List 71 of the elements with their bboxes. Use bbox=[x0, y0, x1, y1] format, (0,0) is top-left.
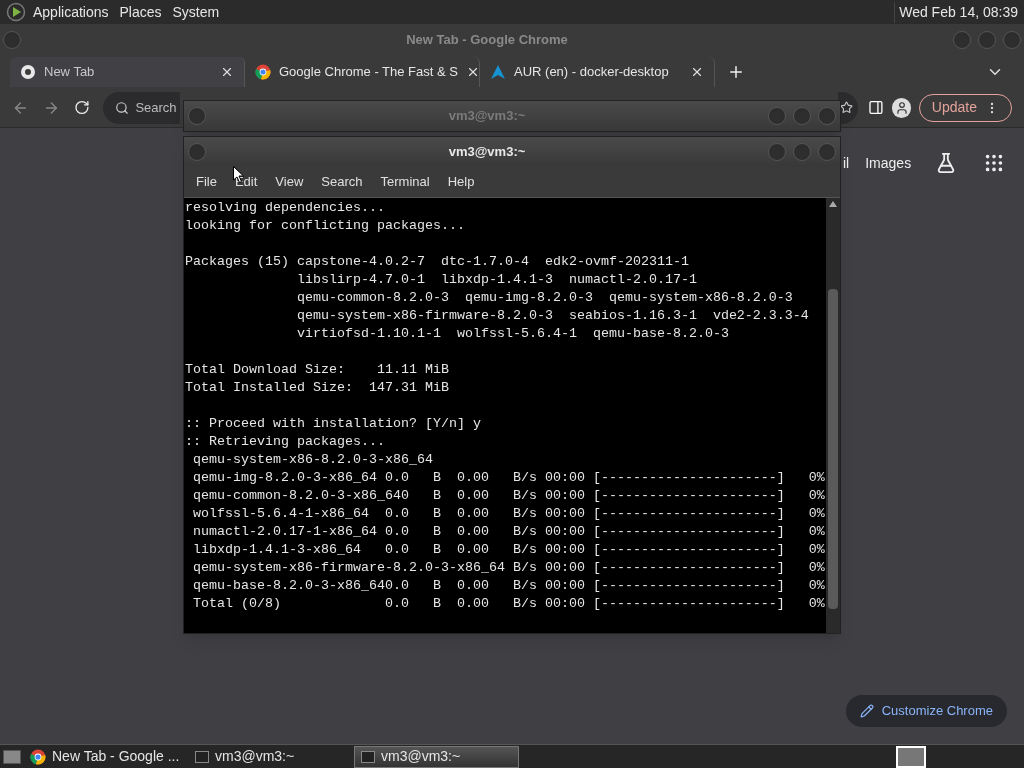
browser-tab[interactable]: Google Chrome - The Fast & S bbox=[245, 57, 480, 87]
terminal-line: libslirp-4.7.0-1 libxdp-1.4.1-3 numactl-2.0.17-1 bbox=[295, 271, 698, 289]
nav-link[interactable]: Images bbox=[865, 152, 912, 174]
address-bar[interactable]: Search bbox=[103, 91, 181, 124]
customize-button[interactable]: Customize Chrome bbox=[845, 695, 1007, 727]
tab-title: New Tab bbox=[44, 63, 96, 82]
show-desktop-icon[interactable] bbox=[3, 749, 21, 764]
window-title: vm3@vm3:~ bbox=[447, 107, 527, 126]
side-panel-icon[interactable] bbox=[868, 99, 885, 116]
clock[interactable]: Wed Feb 14, 08:39 bbox=[894, 1, 1018, 23]
menu-item[interactable]: Help bbox=[438, 172, 484, 192]
terminal-line: resolving dependencies... bbox=[185, 199, 386, 217]
tab-title: AUR (en) - docker-desktop bbox=[514, 63, 670, 82]
terminal-line: qemu-common-8.2.0-3 qemu-img-8.2.0-3 qemu-system-x86-8.2.0-3 bbox=[295, 289, 794, 307]
menu-item[interactable]: File bbox=[187, 172, 226, 192]
terminal-line: numactl-2.0.17-1-x86_64 0.0 B 0.00 B/s 00:00 [----------------------] 0% bbox=[192, 523, 826, 541]
panel-menu[interactable]: Applications bbox=[29, 1, 113, 23]
terminal-line: libxdp-1.4.1-3-x86_64 0.0 B 0.00 B/s 00:00 [----------------------] 0% bbox=[192, 541, 826, 559]
reload-icon[interactable] bbox=[73, 99, 90, 116]
browser-logo-icon bbox=[20, 64, 36, 80]
browser-logo-icon bbox=[30, 748, 46, 765]
browser-tab[interactable]: AUR (en) - docker-desktop bbox=[480, 57, 715, 87]
arch-logo-icon bbox=[490, 64, 506, 80]
window-title: New Tab - Google Chrome bbox=[405, 31, 569, 50]
menu-item[interactable]: Edit bbox=[225, 172, 267, 192]
profile-icon[interactable] bbox=[892, 97, 911, 118]
close-icon[interactable] bbox=[220, 65, 234, 79]
menu-item[interactable]: Terminal bbox=[371, 172, 439, 192]
window-title: vm3@vm3:~ bbox=[447, 143, 527, 162]
taskbar-label: vm3@vm3:~ bbox=[381, 747, 461, 766]
terminal-line: wolfssl-5.6.4-1-x86_64 0.0 B 0.00 B/s 00:00 [----------------------] 0% bbox=[192, 505, 826, 523]
taskbar-label: vm3@vm3:~ bbox=[215, 747, 295, 766]
close-icon[interactable] bbox=[690, 65, 704, 79]
scroll-up-icon[interactable] bbox=[829, 201, 837, 207]
search-icon bbox=[115, 100, 130, 115]
nav-link[interactable]: il bbox=[843, 152, 850, 174]
taskbar-item[interactable]: vm3@vm3:~ bbox=[354, 745, 519, 768]
bookmark-star-icon[interactable] bbox=[840, 101, 854, 114]
terminal-line: virtiofsd-1.10.1-1 wolfssl-5.6.4-1 qemu-base-8.2.0-3 bbox=[295, 325, 730, 343]
workspace-switcher[interactable] bbox=[896, 745, 926, 768]
terminal-line: qemu-base-8.2.0-3-x86_640.0 B 0.00 B/s 00:00 [----------------------] 0% bbox=[192, 577, 826, 595]
menu-logo-icon[interactable] bbox=[6, 2, 26, 22]
terminal-line: qemu-system-x86-firmware-8.2.0-3 seabios-1.16.3-1 vde2-2.3.3-4 bbox=[295, 307, 810, 325]
menu-item[interactable]: Search bbox=[312, 172, 372, 192]
terminal-line: :: Retrieving packages... bbox=[185, 433, 386, 451]
address-placeholder: Search bbox=[135, 98, 177, 117]
terminal-icon bbox=[361, 750, 375, 763]
menu-item[interactable]: View bbox=[266, 172, 313, 192]
terminal-line: qemu-system-x86-8.2.0-3-x86_64 bbox=[192, 451, 434, 469]
terminal-line: looking for conflicting packages... bbox=[185, 217, 466, 235]
terminal-line: Packages (15) capstone-4.0.2-7 dtc-1.7.0-4 edk2-ovmf-202311-1 bbox=[185, 253, 690, 271]
terminal-line: Total (0/8) 0.0 B 0.00 B/s 00:00 [----------------------] 0% bbox=[192, 595, 826, 613]
panel-menu[interactable]: System bbox=[168, 1, 224, 23]
terminal-line: qemu-common-8.2.0-3-x86_640 B 0.00 B/s 00:00 [----------------------] 0% bbox=[192, 487, 826, 505]
terminal-line: :: Proceed with installation? [Y/n] y bbox=[185, 415, 482, 433]
panel-menu[interactable]: Places bbox=[115, 1, 166, 23]
terminal-line: Total Installed Size: 147.31 MiB bbox=[185, 379, 450, 397]
taskbar-item[interactable]: New Tab - Google ... bbox=[24, 745, 189, 768]
terminal-line: qemu-system-x86-firmware-8.2.0-3-x86_64 B/s 00:00 [----------------------] 0% bbox=[192, 559, 826, 577]
terminal-line: Total Download Size: 11.11 MiB bbox=[185, 361, 450, 379]
browser-logo-icon bbox=[255, 64, 271, 80]
pencil-icon bbox=[859, 704, 874, 718]
scrollbar[interactable] bbox=[826, 198, 840, 633]
terminal-line: qemu-img-8.2.0-3-x86_64 0.0 B 0.00 B/s 00:00 [----------------------] 0% bbox=[192, 469, 826, 487]
new-tab-icon[interactable] bbox=[727, 63, 745, 81]
tab-title: Google Chrome - The Fast & S bbox=[279, 63, 458, 82]
terminal-icon bbox=[195, 750, 209, 763]
scrollbar-thumb[interactable] bbox=[828, 289, 838, 609]
browser-tab[interactable]: New Tab bbox=[10, 57, 245, 87]
taskbar-item[interactable]: vm3@vm3:~ bbox=[189, 745, 354, 768]
taskbar-label: New Tab - Google ... bbox=[52, 747, 180, 766]
